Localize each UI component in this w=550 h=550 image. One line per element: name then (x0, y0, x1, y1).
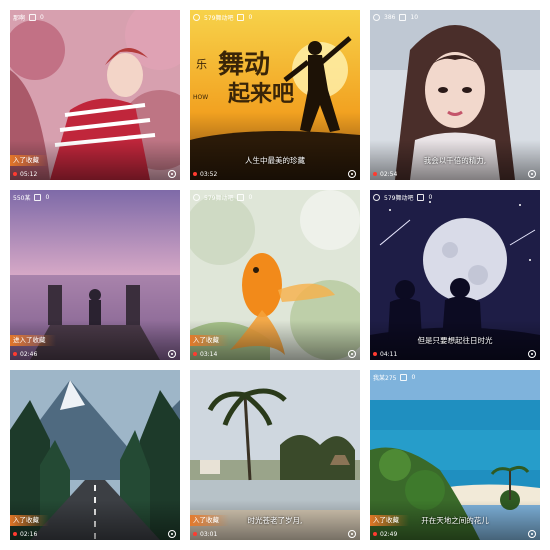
record-dot-icon (373, 532, 377, 536)
music-icon[interactable] (348, 530, 356, 538)
comment-count: 0 (248, 13, 253, 21)
tile-header: 386 10 (370, 10, 421, 24)
poster-side-text: HOW (193, 94, 209, 101)
duration: 03:52 (200, 170, 218, 178)
tile-header: 579舞动吧 0 (190, 190, 255, 204)
collect-tag: 入了收藏 (370, 515, 409, 526)
comment-icon (417, 193, 425, 201)
comment-count: 0 (428, 193, 433, 201)
uploader-label: 579舞动吧 (204, 14, 234, 22)
tile-footer: 02:54 (370, 168, 540, 180)
collect-tag: 入了收藏 (10, 515, 49, 526)
collect-tag: 入了收藏 (190, 515, 229, 526)
duration: 04:11 (380, 350, 398, 358)
tile-footer: 04:11 (370, 348, 540, 360)
comment-count: 0 (248, 193, 253, 201)
uploader-label: 550某 (13, 194, 31, 202)
tile-footer: 02:49 (370, 528, 540, 540)
uploader-label: 386 (384, 13, 396, 21)
record-dot-icon (13, 172, 17, 176)
subtitle: 但是只要想起往日时光 (417, 336, 493, 345)
collect-tag: 进入了收藏 (10, 335, 56, 346)
video-tile-7[interactable]: 入了收藏 02:16 (10, 370, 180, 540)
tile-footer: 03:01 (190, 528, 360, 540)
comment-count: 10 (410, 13, 419, 21)
video-tile-8[interactable]: 时光苍老了岁月, 入了收藏 03:01 (190, 370, 360, 540)
music-icon[interactable] (348, 170, 356, 178)
user-icon (373, 13, 380, 21)
comment-count: 0 (45, 193, 50, 201)
video-tile-3[interactable]: 386 10 我会以千倍的精力, 02:54 (370, 10, 540, 180)
collect-tag: 入了收藏 (10, 155, 49, 166)
music-icon[interactable] (528, 350, 536, 358)
duration: 03:01 (200, 530, 218, 538)
tile-footer: 03:52 (190, 168, 360, 180)
poster-title-2: 起来吧 (228, 82, 295, 107)
record-dot-icon (373, 172, 377, 176)
music-icon[interactable] (528, 170, 536, 178)
tile-header: 579舞动吧 0 (370, 190, 435, 204)
uploader-label: 579舞动吧 (204, 194, 234, 202)
video-tile-9[interactable]: 我某275 0 开在天地之间的花儿 入了收藏 02:49 (370, 370, 540, 540)
duration: 05:12 (20, 170, 38, 178)
record-dot-icon (373, 352, 377, 356)
record-dot-icon (193, 172, 197, 176)
uploader-label: 579舞动吧 (384, 194, 414, 202)
comment-icon (399, 13, 407, 21)
music-icon[interactable] (168, 530, 176, 538)
tile-footer: 02:16 (10, 528, 180, 540)
tile-footer: 02:46 (10, 348, 180, 360)
duration: 02:16 (20, 530, 38, 538)
record-dot-icon (13, 532, 17, 536)
subtitle: 人生中最美的珍藏 (245, 156, 305, 165)
duration: 02:46 (20, 350, 38, 358)
tile-header: 那啊 0 (10, 10, 47, 24)
tile-footer: 03:14 (190, 348, 360, 360)
record-dot-icon (13, 352, 17, 356)
video-tile-6[interactable]: 579舞动吧 0 但是只要想起往日时光 04:11 (370, 190, 540, 360)
video-tile-2[interactable]: 舞动 起来吧 乐 HOW 579舞动吧 0 人生中最美的珍藏 03:52 (190, 10, 360, 180)
comment-icon (34, 193, 42, 201)
tile-header: 550某 0 (10, 190, 52, 204)
uploader-label: 我某275 (373, 374, 397, 382)
music-icon[interactable] (168, 170, 176, 178)
comment-icon (29, 13, 37, 21)
music-icon[interactable] (528, 530, 536, 538)
comment-icon (237, 13, 245, 21)
comment-count: 0 (411, 373, 416, 381)
comment-count: 0 (40, 13, 44, 21)
poster-small-text: 乐 (196, 58, 207, 71)
record-dot-icon (193, 532, 197, 536)
user-icon (373, 193, 380, 201)
music-icon[interactable] (348, 350, 356, 358)
video-tile-4[interactable]: 550某 0 进入了收藏 02:46 (10, 190, 180, 360)
music-icon[interactable] (168, 350, 176, 358)
comment-icon (400, 373, 408, 381)
user-icon (193, 193, 200, 201)
tile-header: 579舞动吧 0 (190, 10, 255, 24)
collect-tag: 入了收藏 (190, 335, 229, 346)
duration: 02:54 (380, 170, 398, 178)
duration: 02:49 (380, 530, 398, 538)
subtitle: 我会以千倍的精力, (423, 156, 487, 165)
tile-footer: 05:12 (10, 168, 180, 180)
user-icon (193, 13, 200, 21)
tile-header: 我某275 0 (370, 370, 418, 384)
video-tile-1[interactable]: 那啊 0 入了收藏 05:12 (10, 10, 180, 180)
record-dot-icon (193, 352, 197, 356)
video-tile-5[interactable]: 579舞动吧 0 入了收藏 03:14 (190, 190, 360, 360)
uploader-label: 那啊 (13, 14, 26, 22)
comment-icon (237, 193, 245, 201)
duration: 03:14 (200, 350, 218, 358)
